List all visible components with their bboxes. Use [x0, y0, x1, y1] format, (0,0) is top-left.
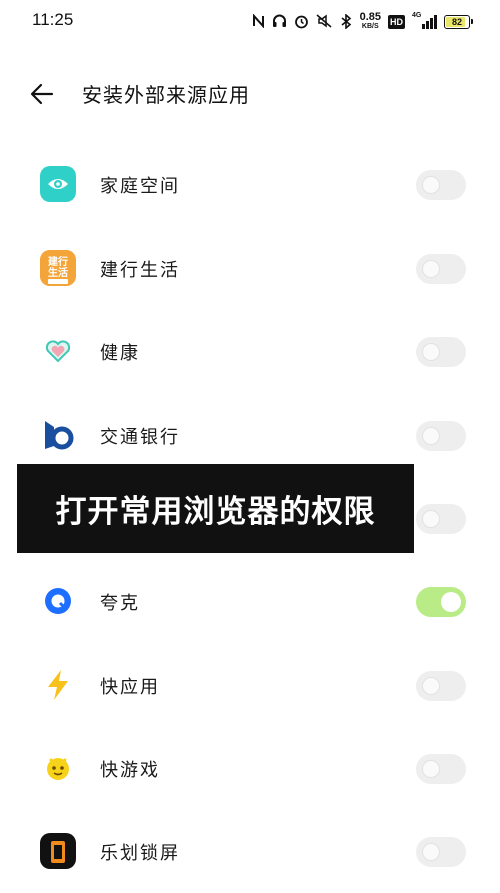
install-permission-toggle[interactable] [416, 504, 466, 534]
list-item-kuai-yingyong[interactable]: 快应用 [0, 643, 500, 727]
list-item-jiating-kongjian[interactable]: 家庭空间 [0, 142, 500, 226]
page-title: 安装外部来源应用 [82, 83, 250, 107]
headset-icon [272, 14, 287, 30]
install-permission-toggle[interactable] [416, 671, 466, 701]
arrow-left-icon[interactable] [28, 80, 56, 108]
install-permission-toggle[interactable] [416, 254, 466, 284]
caption-banner: 打开常用浏览器的权限 [17, 464, 414, 553]
app-label: 乐划锁屏 [100, 843, 180, 864]
bankcomm-icon [40, 417, 76, 453]
alarm-icon [294, 14, 309, 31]
signal-icon: 4G [412, 12, 437, 29]
list-item-jianhang-shenghuo[interactable]: 建行 生活 建行生活 [0, 226, 500, 310]
hd-icon: HD [388, 15, 405, 29]
status-time: 11:25 [32, 10, 74, 29]
status-bar: 11:25 0.85 KB/S HD 4G 82 [0, 0, 500, 44]
svg-text:生活: 生活 [48, 266, 68, 279]
app-label: 家庭空间 [100, 176, 180, 197]
list-item-kuake[interactable]: 夸克 [0, 559, 500, 643]
app-label: 快应用 [100, 677, 160, 698]
caption-text: 打开常用浏览器的权限 [55, 494, 376, 530]
list-item-jiankang[interactable]: 健康 [0, 309, 500, 393]
app-label: 建行生活 [100, 260, 180, 281]
app-label: 快游戏 [100, 760, 160, 781]
battery-icon: 82 [444, 15, 473, 29]
install-permission-toggle[interactable] [416, 337, 466, 367]
ccb-life-icon: 建行 生活 [40, 250, 76, 286]
list-item-kuai-youxi[interactable]: 快游戏 [0, 726, 500, 810]
install-permission-toggle[interactable] [416, 754, 466, 784]
game-face-icon [40, 750, 76, 786]
net-speed: 0.85 KB/S [359, 11, 381, 31]
app-label: 交通银行 [100, 427, 180, 448]
eye-icon [40, 166, 76, 202]
app-label: 健康 [100, 343, 140, 364]
bluetooth-icon [339, 12, 353, 31]
lightning-icon [40, 667, 76, 703]
mute-vibrate-icon [316, 14, 332, 30]
install-permission-toggle[interactable] [416, 587, 466, 617]
quark-icon [40, 583, 76, 619]
lock-screen-icon [40, 833, 76, 869]
list-item-lehua-suoping[interactable]: 乐划锁屏 [0, 809, 500, 893]
install-permission-toggle[interactable] [416, 421, 466, 451]
heart-icon [40, 333, 76, 369]
app-label: 夸克 [100, 593, 140, 614]
install-permission-toggle[interactable] [416, 837, 466, 867]
svg-text:建行: 建行 [47, 255, 68, 268]
status-icons: 0.85 KB/S HD 4G 82 [252, 11, 473, 33]
nfc-icon [252, 13, 265, 30]
install-permission-toggle[interactable] [416, 170, 466, 200]
page-header: 安装外部来源应用 [0, 66, 500, 120]
